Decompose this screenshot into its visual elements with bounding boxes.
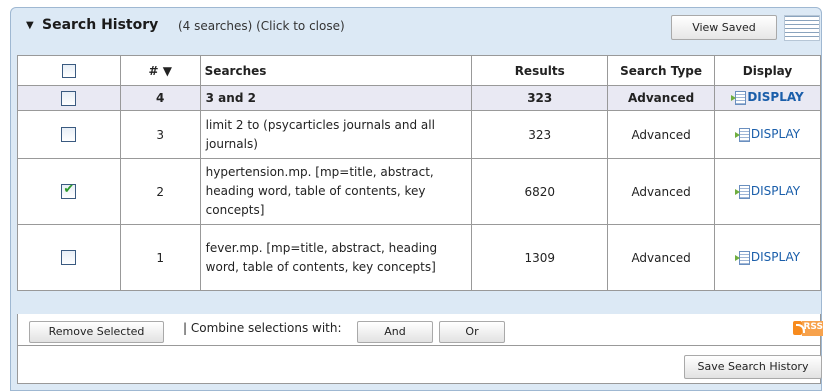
remove-selected-button[interactable]: Remove Selected [29,321,164,343]
table-row: 1 fever.mp. [mp=title, abstract, heading… [17,224,821,291]
display-document-icon [734,127,750,142]
display-column-header: Display [714,55,821,86]
row-search-type: Advanced [607,85,716,111]
row-number: 3 [119,110,201,159]
results-column-header: Results [471,55,609,86]
search-history-panel: ▼ Search History (4 searches) (Click to … [10,7,823,391]
panel-subtitle[interactable]: (4 searches) (Click to close) [178,19,345,33]
display-document-icon [734,250,750,265]
row-checkbox[interactable] [61,250,77,265]
display-document-icon [734,184,750,199]
display-document-icon [731,91,747,105]
select-all-checkbox[interactable] [61,63,76,78]
row-number: 1 [119,224,201,291]
row-search-query: limit 2 to (psycarticles journals and al… [199,110,473,159]
row-number: 4 [119,85,201,111]
display-link[interactable]: DISPLAY [734,184,800,199]
row-results-count: 323 [471,85,609,111]
panel-header[interactable]: ▼ Search History (4 searches) (Click to … [11,8,821,46]
row-checkbox[interactable] [61,127,77,142]
table-header-row: # ▼ Searches Results Search Type Display [17,55,821,86]
table-row: 3 limit 2 to (psycarticles journals and … [17,110,821,159]
combine-or-button[interactable]: Or [439,321,505,343]
row-search-type: Advanced [607,224,716,291]
number-column-header[interactable]: # ▼ [119,55,201,86]
display-link-label[interactable]: DISPLAY [747,90,803,104]
grip-lines-icon [784,15,820,41]
display-link[interactable]: DISPLAY [734,250,800,265]
display-link-label[interactable]: DISPLAY [751,184,800,198]
display-link[interactable]: DISPLAY [734,127,800,142]
rss-feed-link[interactable]: RSS [793,321,823,336]
row-search-query: 3 and 2 [199,85,473,111]
view-saved-button[interactable]: View Saved [671,15,777,40]
combine-selections-label: | Combine selections with: [183,321,342,335]
search-type-column-header: Search Type [607,55,716,86]
row-search-type: Advanced [607,110,716,159]
rss-icon[interactable] [793,321,805,335]
panel-title[interactable]: Search History [42,17,158,33]
row-number: 2 [119,158,201,225]
row-results-count: 1309 [471,224,609,291]
triangle-down-icon[interactable]: ▼ [26,20,34,31]
row-results-count: 6820 [471,158,609,225]
row-checkbox[interactable] [61,182,77,199]
save-history-bar: Save Search History [17,346,822,384]
display-link-label[interactable]: DISPLAY [751,250,800,264]
row-checkbox[interactable] [61,90,77,106]
display-link[interactable]: DISPLAY [731,90,804,105]
display-link-label[interactable]: DISPLAY [751,127,800,141]
row-search-query: fever.mp. [mp=title, abstract, heading w… [199,224,473,291]
row-search-type: Advanced [607,158,716,225]
save-search-history-button[interactable]: Save Search History [684,355,822,379]
select-all-header[interactable] [17,55,121,86]
searches-column-header: Searches [199,55,473,86]
row-results-count: 323 [471,110,609,159]
row-search-query: hypertension.mp. [mp=title, abstract, he… [199,158,473,225]
table-row: 4 3 and 2 323 Advanced DISPLAY [17,85,821,111]
search-history-table: # ▼ Searches Results Search Type Display… [17,55,821,291]
table-row: 2 hypertension.mp. [mp=title, abstract, … [17,158,821,225]
combine-and-button[interactable]: And [357,321,433,343]
selection-actions-bar: Remove Selected | Combine selections wit… [17,314,823,346]
